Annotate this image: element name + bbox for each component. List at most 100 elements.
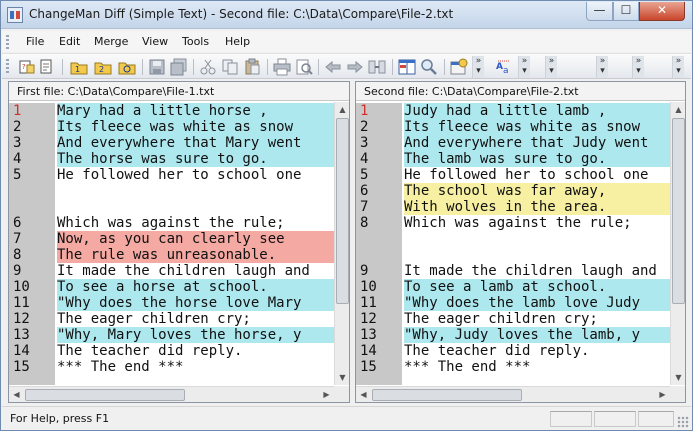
options-icon[interactable] [450, 58, 468, 76]
scroll-down-arrow[interactable]: ▼ [336, 370, 349, 385]
text-line[interactable]: 12 The eager children cry; [9, 311, 334, 327]
text-line[interactable]: 8 The rule was unreasonable. [9, 247, 334, 263]
close-button[interactable]: ✕ [639, 2, 685, 21]
menu-tools[interactable]: Tools [182, 35, 209, 48]
text-line[interactable]: 6 Which was against the rule; [9, 215, 334, 231]
scroll-left-arrow[interactable]: ◀ [356, 388, 371, 402]
open-files-icon[interactable]: ? [18, 58, 36, 76]
text-line[interactable]: 3 And everywhere that Mary went [9, 135, 334, 151]
text-line[interactable]: 9 It made the children laugh and [9, 263, 334, 279]
first-file-text-area[interactable]: 1 Mary had a little horse , 2 Its fleece wa… [9, 103, 334, 385]
menu-view[interactable]: View [142, 35, 168, 48]
text-line[interactable]: 15 *** The end *** [9, 359, 334, 375]
text-line[interactable]: 11 "Why does the lamb love Judy [356, 295, 670, 311]
scroll-thumb[interactable] [672, 118, 685, 304]
line-text: Mary had a little horse , [57, 103, 334, 119]
text-line[interactable]: 5 He followed her to school one [356, 167, 670, 183]
second-file-pane[interactable]: Second file: C:\Data\Compare\File-2.txt … [355, 81, 686, 403]
app-icon[interactable] [7, 7, 23, 23]
status-panel [594, 411, 636, 427]
font-icon[interactable]: Aa [496, 58, 514, 76]
placeholder-line[interactable] [9, 183, 334, 199]
scroll-thumb[interactable] [336, 118, 349, 304]
text-line[interactable]: 14 The teacher did reply. [356, 343, 670, 359]
line-number: 5 [360, 167, 369, 183]
previous-difference-icon[interactable] [324, 58, 342, 76]
text-line[interactable]: 14 The teacher did reply. [9, 343, 334, 359]
text-line[interactable]: 11 "Why does the horse love Mary [9, 295, 334, 311]
text-line[interactable]: 2 Its fleece was white as snow [356, 119, 670, 135]
view-layout-icon[interactable] [398, 58, 416, 76]
menu-grip[interactable] [6, 35, 9, 49]
text-line[interactable]: 7 With wolves in the area. [356, 199, 670, 215]
text-line[interactable]: 13 "Why, Mary loves the horse, y [9, 327, 334, 343]
text-line[interactable]: 8 Which was against the rule; [356, 215, 670, 231]
text-line[interactable]: 15 *** The end *** [356, 359, 670, 375]
scroll-right-arrow[interactable]: ▶ [319, 388, 334, 402]
save-icon[interactable] [148, 58, 166, 76]
text-line[interactable]: 2 Its fleece was white as snow [9, 119, 334, 135]
text-line[interactable]: 5 He followed her to school one [9, 167, 334, 183]
second-file-vertical-scrollbar[interactable]: ▲ ▼ [670, 102, 685, 385]
cut-icon[interactable] [199, 58, 217, 76]
second-file-text-area[interactable]: 1 Judy had a little lamb , 2 Its fleece was… [356, 103, 670, 385]
text-line[interactable]: 9 It made the children laugh and [356, 263, 670, 279]
find-icon[interactable] [420, 58, 438, 76]
open-first-file-icon[interactable] [38, 58, 56, 76]
text-line[interactable]: 12 The eager children cry; [356, 311, 670, 327]
text-line[interactable]: 4 The horse was sure to go. [9, 151, 334, 167]
open-compare-icon[interactable]: 2 [94, 58, 112, 76]
open-both-icon[interactable] [118, 58, 136, 76]
scroll-up-arrow[interactable]: ▲ [336, 102, 349, 117]
copy-icon[interactable] [221, 58, 239, 76]
next-difference-icon[interactable] [346, 58, 364, 76]
text-line[interactable]: 1 Mary had a little horse , [9, 103, 334, 119]
print-icon[interactable] [273, 58, 291, 76]
open-second-file-icon[interactable]: 1 [70, 58, 88, 76]
minimize-button[interactable]: — [586, 2, 613, 21]
scroll-down-arrow[interactable]: ▼ [672, 370, 685, 385]
maximize-button[interactable]: ☐ [613, 2, 639, 21]
toolbar-overflow-chevron[interactable]: » ▾ [518, 56, 530, 78]
scroll-right-arrow[interactable]: ▶ [655, 388, 670, 402]
menu-help[interactable]: Help [225, 35, 250, 48]
print-preview-icon[interactable] [295, 58, 313, 76]
placeholder-line[interactable] [9, 199, 334, 215]
placeholder-line[interactable] [356, 247, 670, 263]
text-line[interactable]: 4 The lamb was sure to go. [356, 151, 670, 167]
menu-edit[interactable]: Edit [59, 35, 80, 48]
toolbar-grip[interactable] [6, 59, 9, 75]
resize-grip[interactable] [677, 416, 689, 428]
menu-merge[interactable]: Merge [94, 35, 128, 48]
first-file-vertical-scrollbar[interactable]: ▲ ▼ [334, 102, 349, 385]
svg-text:1: 1 [75, 65, 80, 74]
first-file-horizontal-scrollbar[interactable]: ◀ ▶ [9, 386, 334, 402]
scroll-up-arrow[interactable]: ▲ [672, 102, 685, 117]
first-file-pane[interactable]: First file: C:\Data\Compare\File-1.txt 1… [8, 81, 350, 403]
text-line[interactable]: 6 The school was far away, [356, 183, 670, 199]
text-line[interactable]: 10 To see a lamb at school. [356, 279, 670, 295]
menu-file[interactable]: File [26, 35, 44, 48]
text-line[interactable]: 7 Now, as you can clearly see [9, 231, 334, 247]
scroll-thumb[interactable] [372, 389, 522, 401]
text-line[interactable]: 1 Judy had a little lamb , [356, 103, 670, 119]
status-bar: For Help, press F1 [2, 406, 691, 430]
placeholder-line[interactable] [356, 231, 670, 247]
title-bar[interactable]: ChangeMan Diff (Simple Text) - Second fi… [1, 1, 692, 29]
status-panel [638, 411, 674, 427]
toolbar-overflow-chevron[interactable]: » ▾ [672, 56, 684, 78]
scroll-left-arrow[interactable]: ◀ [9, 388, 24, 402]
toolbar-overflow-chevron[interactable]: » ▾ [472, 56, 484, 78]
save-all-icon[interactable] [170, 58, 188, 76]
text-line[interactable]: 13 "Why, Judy loves the lamb, y [356, 327, 670, 343]
text-line[interactable]: 3 And everywhere that Judy went [356, 135, 670, 151]
toolbar-overflow-chevron[interactable]: » ▾ [545, 56, 557, 78]
toolbar-overflow-chevron[interactable]: » ▾ [632, 56, 644, 78]
scroll-thumb[interactable] [25, 389, 185, 401]
toolbar-overflow-chevron[interactable]: » ▾ [596, 56, 608, 78]
merge-icon[interactable] [368, 58, 386, 76]
first-file-lines: 1 Mary had a little horse , 2 Its fleece wa… [9, 103, 334, 375]
second-file-horizontal-scrollbar[interactable]: ◀ ▶ [356, 386, 670, 402]
paste-icon[interactable] [243, 58, 261, 76]
text-line[interactable]: 10 To see a horse at school. [9, 279, 334, 295]
